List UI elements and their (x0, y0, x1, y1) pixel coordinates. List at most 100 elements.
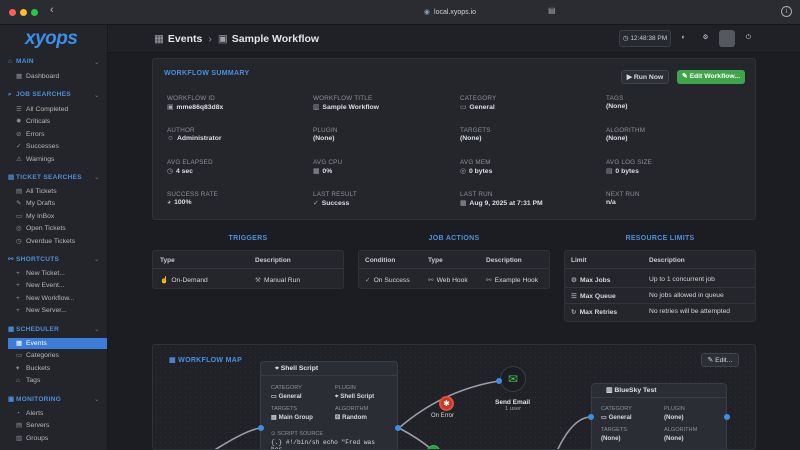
sidebar-item-new-workflow[interactable]: + New Workflow... (16, 293, 107, 304)
sidebar-item-all-completed[interactable]: ☰ All Completed (16, 104, 107, 115)
node-label: CATEGORY (271, 385, 302, 391)
field-value-text: n/a (606, 199, 616, 206)
node-title: ⌖ Shell Script (261, 362, 397, 376)
sidebar-item-errors[interactable]: ⊘ Errors (16, 129, 107, 140)
sidebar-item-categories[interactable]: ▭ Categories (16, 350, 107, 361)
reader-icon[interactable]: ▤ (548, 6, 556, 15)
sidebar-item-my-drafts[interactable]: ✎ My Drafts (16, 198, 107, 209)
sidebar-section-shortcuts[interactable]: ⚯ SHORTCUTS ⌄ (8, 255, 99, 263)
sidebar-section-main[interactable]: ⌂ MAIN ⌄ (8, 58, 99, 66)
limit-name: Max Retries (579, 309, 618, 316)
node-value-text: General (608, 414, 632, 421)
node-label-text: SCRIPT SOURCE (277, 431, 324, 437)
sidebar-item-alerts[interactable]: ◔ Alerts (16, 408, 107, 419)
node-label: ALGORITHM (335, 406, 369, 412)
node-title-text: BlueSky Test (614, 387, 657, 394)
sidebar-section-ticket-searches[interactable]: ▤ TICKET SEARCHES ⌄ (8, 173, 99, 181)
input-port[interactable] (496, 378, 502, 384)
back-arrow-icon[interactable]: ‹ (50, 4, 54, 16)
sidebar-section-label: TICKET SEARCHES (16, 174, 82, 181)
clock-display: ◷ 12:48:38 PM (619, 30, 671, 47)
field-value: ▦ 0% (313, 167, 332, 175)
chevron-down-icon[interactable]: ⌄ (94, 173, 100, 181)
sidebar-section-scheduler[interactable]: ▦ SCHEDULER ⌄ (8, 325, 99, 333)
field-value-text: Administrator (176, 135, 222, 142)
plus-icon: + (16, 282, 20, 289)
sidebar-section-job-searches[interactable]: ⌕ JOB SEARCHES ⌄ (8, 91, 99, 99)
sidebar-section-label: MONITORING (16, 396, 62, 403)
close-window-button[interactable] (9, 9, 16, 16)
field-value: (None) (313, 135, 335, 142)
sidebar-item-buckets[interactable]: ▾ Buckets (16, 363, 107, 374)
address-bar[interactable]: ◉ local.xyops.io (360, 5, 540, 20)
sidebar-item-successes[interactable]: ✓ Successes (16, 141, 107, 152)
output-port[interactable] (724, 414, 730, 420)
sidebar-item-dashboard[interactable]: ▦ Dashboard (16, 71, 107, 82)
chevron-down-icon[interactable]: ⌄ (94, 58, 100, 66)
sidebar-item-new-server[interactable]: + New Server... (16, 305, 107, 316)
page-title: Sample Workflow (231, 33, 320, 45)
field-label: WORKFLOW TITLE (313, 95, 373, 102)
col-type: Type (428, 257, 443, 264)
maximize-window-button[interactable] (31, 9, 38, 16)
sidebar-item-overdue-tickets[interactable]: ◷ Overdue Tickets (16, 236, 107, 247)
bluesky-test-node[interactable]: ▥ BlueSky Test CATEGORY ▭ General PLUGIN… (591, 383, 727, 449)
col-type: Type (160, 257, 175, 264)
sidebar-item-label: Errors (26, 130, 45, 138)
node-title: ▥ BlueSky Test (592, 384, 726, 398)
email-icon[interactable]: ✉ (500, 366, 526, 392)
theme-toggle-icon[interactable]: ◐ (675, 30, 692, 47)
sidebar-item-servers[interactable]: ▤ Servers (16, 420, 107, 431)
input-port[interactable] (258, 425, 264, 431)
sidebar-item-warnings[interactable]: ⚠ Warnings (16, 154, 107, 165)
sidebar-item-events[interactable]: ▦ Events (8, 337, 107, 349)
field-value: ▦ Aug 9, 2025 at 7:31 PM (460, 199, 543, 207)
node-value-text: General (278, 393, 302, 400)
field-value: ◕ 100% (167, 199, 192, 206)
field-value: (None) (460, 135, 482, 142)
run-now-button[interactable]: ▶ Run Now (621, 70, 669, 84)
sidebar-item-all-tickets[interactable]: ▤ All Tickets (16, 186, 107, 197)
sidebar-item-groups[interactable]: ▥ Groups (16, 433, 107, 444)
field-label: AVG ELAPSED (167, 159, 213, 166)
sidebar-item-new-ticket[interactable]: + New Ticket... (16, 268, 107, 279)
minimize-window-button[interactable] (20, 9, 27, 16)
node-value: {.} #!/bin/sh echo "Fred was her... (271, 439, 397, 449)
sidebar-item-tags[interactable]: ⌂ Tags (16, 375, 107, 386)
sidebar-item-open-tickets[interactable]: ◎ Open Tickets (16, 223, 107, 234)
input-port[interactable] (588, 414, 594, 420)
run-now-label: Run Now (633, 74, 664, 81)
action-description: ⚯ Example Hook (486, 276, 538, 284)
sidebar-item-new-event[interactable]: + New Event... (16, 280, 107, 291)
sidebar-section-monitoring[interactable]: ▣ MONITORING ⌄ (8, 395, 99, 403)
site-icon: ◉ (423, 9, 431, 16)
avatar[interactable] (719, 30, 735, 47)
power-icon[interactable]: ⏻ (740, 30, 757, 47)
shell-script-node[interactable]: ⌖ Shell Script CATEGORY ▭ General PLUGIN… (260, 361, 398, 449)
breadcrumb-events[interactable]: Events (168, 33, 202, 45)
chevron-down-icon[interactable]: ⌄ (94, 395, 100, 403)
calendar-icon: ▦ (460, 200, 467, 207)
workflow-map[interactable]: ▦ WORKFLOW MAP ✎ Edit... ⌖ Shell Script … (152, 344, 756, 450)
tag-icon: ⌂ (16, 377, 20, 384)
chevron-down-icon[interactable]: ⌄ (94, 91, 100, 99)
triggers-title: TRIGGERS (228, 235, 268, 242)
error-icon[interactable]: ✱ (439, 396, 454, 411)
cpu-icon: ▦ (313, 168, 320, 175)
node-value-text: Shell Script (340, 393, 375, 400)
chevron-down-icon[interactable]: ⌄ (94, 255, 100, 263)
field-value-text: 100% (174, 199, 192, 206)
sidebar-item-criticals[interactable]: ✹ Criticals (16, 116, 107, 127)
job-actions-title: JOB ACTIONS (428, 235, 480, 242)
chevron-down-icon[interactable]: ⌄ (94, 325, 100, 333)
info-icon[interactable]: i (781, 6, 792, 17)
sidebar-item-my-inbox[interactable]: ▭ My InBox (16, 211, 107, 222)
limit-name: Max Queue (580, 293, 616, 300)
browser-toolbar: ‹ ◉ local.xyops.io ▤ i (0, 0, 800, 25)
limit-max-retries: ↻ Max Retries (571, 308, 617, 316)
edit-workflow-button[interactable]: ✎ Edit Workflow... (677, 70, 745, 84)
output-port[interactable] (395, 425, 401, 431)
summary-title: WORKFLOW SUMMARY (164, 70, 250, 77)
settings-sliders-icon[interactable]: ⚙ (697, 30, 714, 47)
draft-icon: ✎ (16, 200, 22, 207)
